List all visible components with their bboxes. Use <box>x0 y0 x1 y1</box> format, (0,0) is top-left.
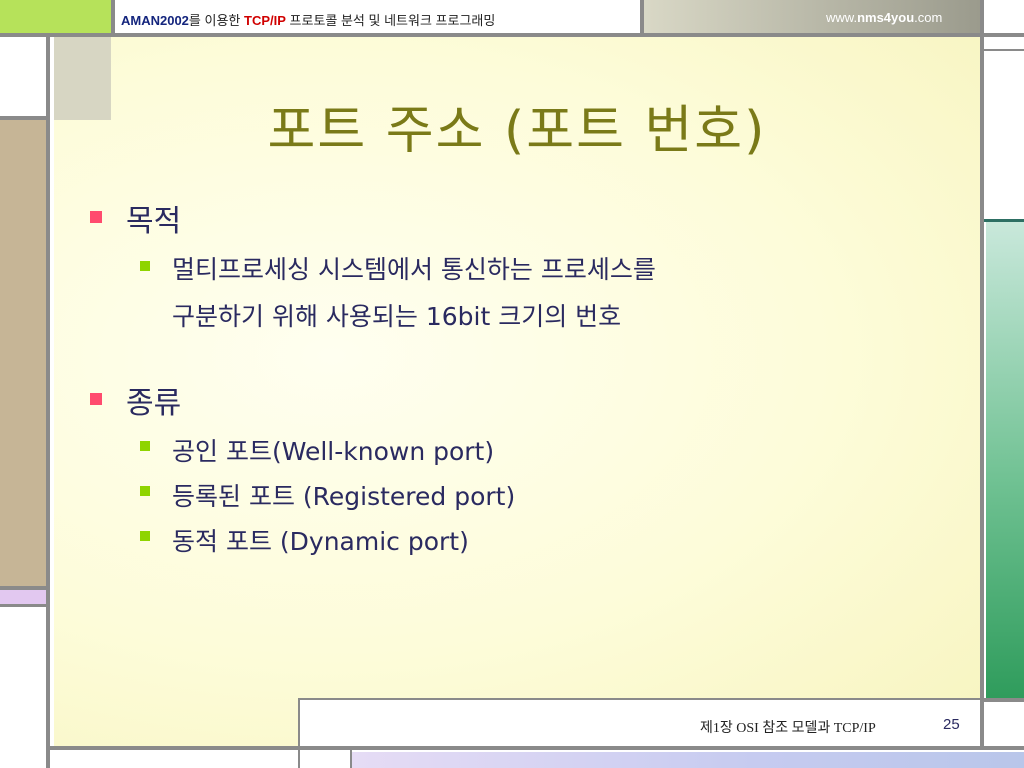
frame-line <box>298 746 300 768</box>
header-text-a: 를 이용한 <box>188 13 244 28</box>
bullet-square-icon <box>90 211 102 223</box>
green-header-bar <box>0 0 111 33</box>
list-item: 등록된 포트 (Registered port) <box>172 482 516 511</box>
bottom-gradient-bar <box>350 752 1024 768</box>
bullet-square-small-icon <box>140 441 150 451</box>
footer-box <box>298 698 980 746</box>
header-text-b: 프로토콜 분석 및 네트워크 프로그래밍 <box>285 13 496 28</box>
header-title: AMAN2002를 이용한 TCP/IP 프로토콜 분석 및 네트워크 프로그래… <box>121 10 495 29</box>
website-bold: nms4you <box>857 10 915 25</box>
frame-line <box>984 698 1024 702</box>
website-prefix: www. <box>826 10 858 25</box>
slide-title: 포트 주소 (포트 번호) <box>267 101 767 161</box>
list-item: 동적 포트 (Dynamic port) <box>172 527 469 556</box>
bullet-square-icon <box>90 393 102 405</box>
website-label: www.nms4you.com <box>826 10 942 25</box>
frame-line <box>46 37 50 768</box>
bullet-square-small-icon <box>140 486 150 496</box>
section-heading: 목적 <box>126 204 182 239</box>
bullet-square-small-icon <box>140 531 150 541</box>
right-green-strip <box>986 222 1024 698</box>
footer-chapter: 제1장 OSI 참조 모델과 TCP/IP <box>700 721 876 736</box>
bullet-square-small-icon <box>140 261 150 271</box>
header-brand: AMAN2002 <box>121 13 189 28</box>
frame-line <box>350 750 352 768</box>
header-tcp: TCP/IP <box>244 13 286 28</box>
frame-line <box>50 746 1024 750</box>
frame-line <box>0 604 50 607</box>
website-suffix: .com <box>914 10 943 25</box>
left-tan-strip <box>0 120 46 590</box>
frame-line <box>111 0 115 37</box>
left-lilac-strip <box>0 590 46 604</box>
section-heading: 종류 <box>126 386 182 421</box>
list-item: 공인 포트(Well-known port) <box>172 437 495 466</box>
page-number: 25 <box>943 716 960 733</box>
list-item-continuation: 구분하기 위해 사용되는 16bit 크기의 번호 <box>172 302 622 331</box>
list-item: 멀티프로세싱 시스템에서 통신하는 프로세스를 <box>172 255 656 284</box>
frame-line <box>980 0 984 750</box>
